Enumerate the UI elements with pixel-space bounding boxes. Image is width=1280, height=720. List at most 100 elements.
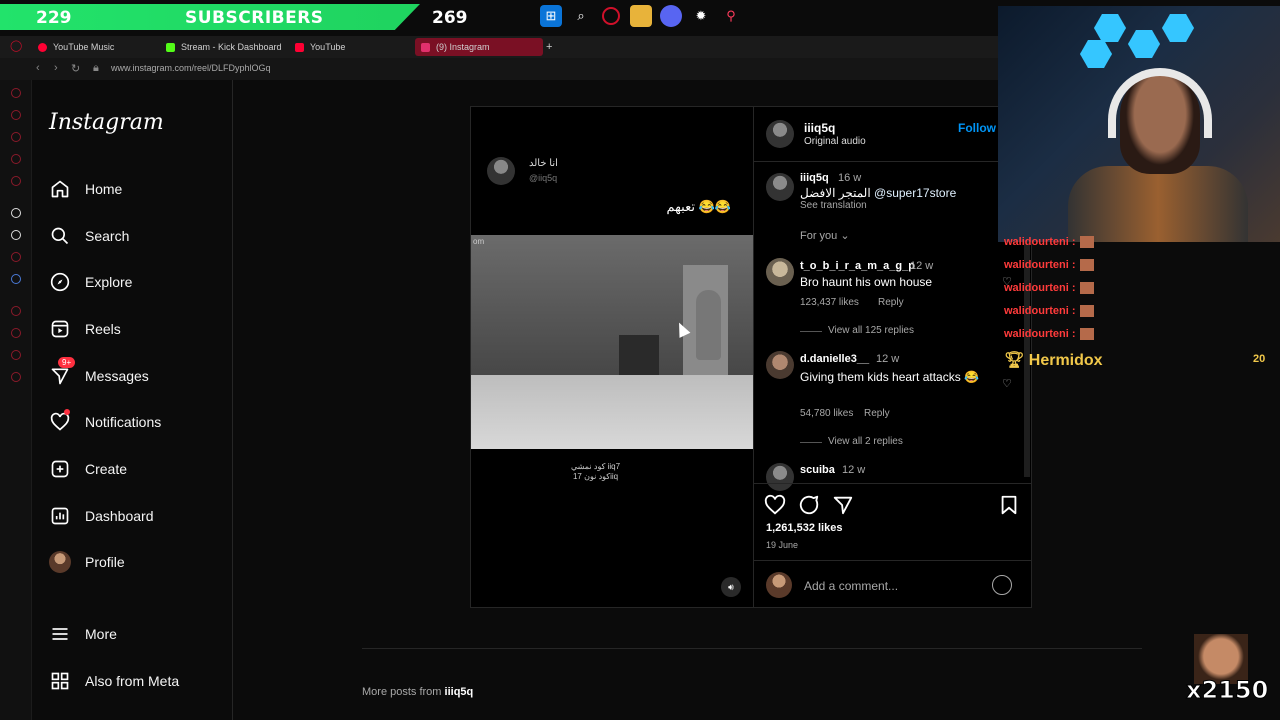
likes-count[interactable]: 1,261,532 likes: [766, 522, 842, 534]
pin-icon[interactable]: ⚲: [720, 5, 742, 27]
audio-label[interactable]: Original audio: [804, 136, 866, 147]
lock-icon: 🔒︎: [93, 62, 99, 74]
sidebar-app-icon[interactable]: [11, 110, 21, 120]
reply-button[interactable]: Reply: [878, 297, 904, 308]
meta-icon: [49, 670, 71, 692]
nav-reels[interactable]: Reels: [49, 316, 121, 342]
sidebar-app-icon[interactable]: [11, 208, 21, 218]
back-icon[interactable]: ‹: [36, 62, 40, 74]
chevron-down-icon: ⌄: [840, 230, 850, 242]
comment-icon[interactable]: [798, 494, 820, 516]
volume-icon[interactable]: 🔊︎: [721, 577, 741, 597]
forward-icon[interactable]: ›: [54, 62, 58, 74]
tab-instagram[interactable]: (9) Instagram: [415, 38, 543, 56]
comment-time: 12 w: [910, 260, 934, 272]
tab-kick-dashboard[interactable]: Stream - Kick Dashboard: [160, 38, 282, 56]
chat-message: walidourteni :: [1004, 305, 1094, 318]
opera-menu-icon[interactable]: ◯: [10, 39, 22, 52]
comment-filter[interactable]: For you ⌄: [800, 229, 850, 242]
add-comment-input[interactable]: Add a comment...: [804, 579, 898, 593]
video-frame[interactable]: om: [471, 235, 753, 449]
app-icon[interactable]: ✹: [690, 5, 712, 27]
nav-also-from-meta[interactable]: Also from Meta: [49, 668, 179, 694]
sidebar-app-icon[interactable]: [11, 350, 21, 360]
instagram-logo[interactable]: Instagram: [49, 110, 164, 135]
sidebar-app-icon[interactable]: [11, 154, 21, 164]
instagram-icon: [421, 42, 430, 52]
avatar[interactable]: [766, 351, 794, 379]
emote-icon: [1079, 282, 1094, 295]
avatar[interactable]: [766, 120, 794, 148]
nav-label: Profile: [85, 554, 125, 570]
comment-like-icon[interactable]: ♡: [1002, 377, 1012, 390]
author-username[interactable]: iiiq5q: [804, 121, 835, 135]
post-header: iiiq5q Original audio Follow: [754, 107, 1032, 162]
tab-label: YouTube Music: [53, 42, 115, 52]
windows-start-icon[interactable]: ⊞: [540, 5, 562, 27]
bookmark-icon[interactable]: [998, 494, 1020, 516]
heart-icon: [49, 409, 71, 433]
url-field[interactable]: www.instagram.com/reel/DLFDyphlOGq: [111, 63, 271, 73]
caption-username[interactable]: iiiq5q: [800, 172, 829, 184]
like-heart-icon[interactable]: [764, 494, 786, 516]
nav-label: Create: [85, 461, 128, 477]
comment-username[interactable]: t_o_b_i_r_a_m_a_g_p: [800, 260, 915, 272]
nav-more[interactable]: More: [49, 621, 117, 647]
nav-label: Search: [85, 228, 130, 244]
caption-time: 16 w: [838, 172, 862, 184]
sidebar-app-icon[interactable]: [11, 274, 21, 284]
more-posts-heading: More posts from iiiq5q: [362, 686, 474, 698]
menu-icon: [49, 623, 71, 645]
settings-icon[interactable]: [11, 372, 21, 382]
more-posts-user[interactable]: iiiq5q: [445, 686, 474, 698]
nav-dashboard[interactable]: Dashboard: [49, 503, 154, 529]
see-translation-link[interactable]: See translation: [800, 200, 867, 211]
follow-button[interactable]: Follow: [958, 121, 996, 135]
view-replies-button[interactable]: View all 125 replies: [828, 325, 914, 336]
new-tab-button[interactable]: +: [540, 38, 552, 56]
folder-icon[interactable]: [630, 5, 652, 27]
sidebar-app-icon[interactable]: [11, 328, 21, 338]
nav-label: Messages: [85, 368, 149, 384]
sidebar-app-icon[interactable]: [11, 306, 21, 316]
nav-search[interactable]: Search: [49, 223, 129, 249]
view-replies-button[interactable]: View all 2 replies: [828, 436, 903, 447]
comment-likes[interactable]: 54,780 likes: [800, 408, 853, 419]
x-icon[interactable]: [11, 230, 21, 240]
avatar[interactable]: [766, 258, 794, 286]
messenger-icon: 9+: [49, 357, 76, 387]
tab-youtube-music[interactable]: YouTube Music: [32, 38, 114, 56]
sidebar-app-icon[interactable]: [11, 252, 21, 262]
caption-mention[interactable]: @super17store: [874, 186, 956, 200]
nav-notifications[interactable]: Notifications: [49, 409, 161, 435]
reply-button[interactable]: Reply: [864, 408, 890, 419]
nav-label: Explore: [85, 274, 133, 290]
emote-icon: [1079, 236, 1094, 249]
media-author-name: انا خالد: [529, 158, 558, 169]
trophy-icon: 🏆︎: [1004, 352, 1025, 369]
avatar[interactable]: [766, 173, 794, 201]
media-avatar: [487, 157, 515, 185]
nav-create[interactable]: Create: [49, 456, 127, 482]
discord-icon[interactable]: [660, 5, 682, 27]
comment-likes[interactable]: 123,437 likes: [800, 297, 859, 308]
nav-home[interactable]: Home: [49, 176, 122, 202]
reload-icon[interactable]: ↻: [71, 62, 80, 75]
nav-explore[interactable]: Explore: [49, 269, 132, 295]
subscriber-goal: 269: [432, 8, 468, 28]
browser-sidebar: [0, 80, 32, 720]
nav-messages[interactable]: 9+ Messages: [49, 357, 149, 389]
reel-media[interactable]: انا خالد @iiq5q تعبهم 😂😂 om كود نمشي iiq…: [471, 107, 753, 607]
browser-tab-bar: ◯ YouTube Music Stream - Kick Dashboard …: [0, 36, 1000, 58]
tab-youtube[interactable]: YouTube: [289, 38, 345, 56]
share-icon[interactable]: [832, 494, 854, 516]
opera-icon[interactable]: [602, 7, 620, 25]
sidebar-app-icon[interactable]: [11, 88, 21, 98]
emoji-icon[interactable]: [992, 575, 1012, 595]
comment-username[interactable]: scuiba: [800, 464, 835, 476]
sidebar-app-icon[interactable]: [11, 132, 21, 142]
nav-profile[interactable]: Profile: [49, 549, 125, 575]
search-icon[interactable]: ⌕: [570, 5, 592, 27]
comment-username[interactable]: d.danielle3__: [800, 353, 869, 365]
sidebar-app-icon[interactable]: [11, 176, 21, 186]
